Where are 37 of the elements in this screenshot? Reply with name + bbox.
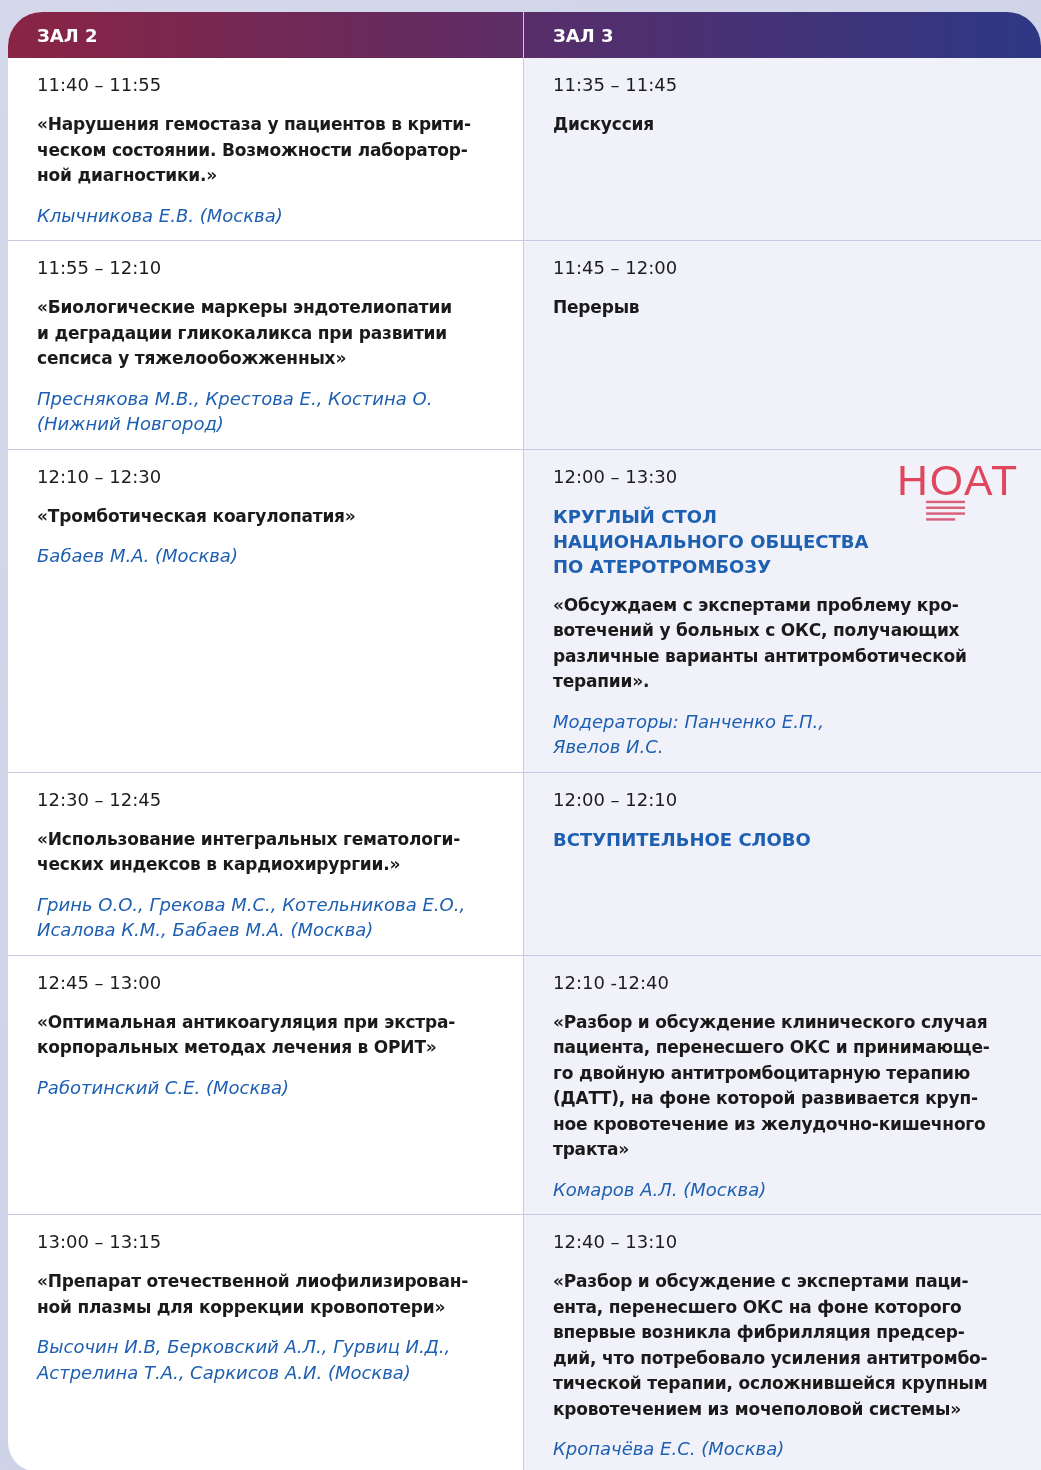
time-label: 12:45 – 13:00: [37, 970, 162, 995]
time-label: 12:40 – 13:10: [553, 1230, 678, 1254]
speaker-names: Высочин И.В, Берковский А.Л., Гурвиц И.Д., Астрелина Т.А., Саркисов А.И. (Москва): [37, 1335, 452, 1385]
talk-title: «Разбор и обсуждение с экспертами паци- ента, перенесшего ОКС на фоне которого впервые возникла фибрилляция предсер- дий, что потребовало усиления антитромбо- тической терапии, осложнившейся крупным кровотечением из мочеполовой системы»: [553, 1270, 989, 1421]
time-label: 12:10 – 12:30: [37, 464, 162, 489]
speaker-names: Модераторы: Панченко Е.П., Явелов И.С.: [553, 709, 825, 759]
time-label: 11:35 – 11:45: [553, 73, 678, 97]
speaker-names: Преснякова М.В., Крестова Е., Костина О. (Нижний Новгород): [37, 386, 434, 436]
society-logo: НОАТ: [895, 455, 1031, 526]
time-label: 13:00 – 13:15: [37, 1230, 162, 1254]
time-label: 11:40 – 11:55: [37, 73, 162, 97]
hall-header: ЗАЛ 3: [524, 12, 1041, 58]
talk-title: «Биологические маркеры эндотелиопатии и деградации гликокаликса при развитии сепсиса у тяжелообожженных»: [37, 296, 453, 370]
time-label: 12:10 -12:40: [553, 970, 669, 995]
talk-title: «Разбор и обсуждение клинического случая пациента, перенесшего ОКС и принимающе- го двойную антитромбоцитарную терапию (ДАТТ), на фоне которой развивается круп- ное кровотечение из желудочно-кишечного тракта»: [553, 1010, 991, 1161]
time-label: 12:00 – 12:10: [553, 787, 679, 812]
session-heading: КРУГЛЫЙ СТОЛ НАЦИОНАЛЬНОГО ОБЩЕСТВА ПО АТЕРОТРОМБОЗУ: [553, 504, 869, 579]
speaker-names: Комаров А.Л. (Москва): [553, 1177, 768, 1202]
talk-title: Дискуссия: [553, 113, 655, 136]
speaker-names: Бабаев М.А. (Москва): [37, 544, 239, 568]
talk-title: «Нарушения гемостаза у пациентов в крити- ческом состоянии. Возможности лаборатор- ной диагностики.»: [37, 113, 472, 187]
time-label: 12:30 – 12:45: [37, 787, 162, 812]
time-label: 12:00 – 13:30: [553, 464, 679, 489]
speaker-names: Кропачёва Е.С. (Москва): [553, 1437, 786, 1461]
talk-title: Перерыв: [553, 296, 641, 319]
speaker-names: Гринь О.О., Грекова М.С., Котельникова Е.О., Исалова К.М., Бабаев М.А. (Москва): [37, 892, 467, 942]
talk-title: «Использование интегральных гематологи- ческих индексов в кардиохирургии.»: [37, 827, 462, 876]
talk-title: «Препарат отечественной лиофилизирован- ной плазмы для коррекции кровопотери»: [37, 1270, 470, 1319]
speaker-names: Клычникова Е.В. (Москва): [37, 203, 284, 228]
session-heading: ВСТУПИТЕЛЬНОЕ СЛОВО: [553, 827, 811, 852]
speaker-names: Работинский С.Е. (Москва): [37, 1075, 290, 1100]
talk-title: «Оптимальная антикоагуляция при экстра- корпоральных методах лечения в ОРИТ»: [37, 1010, 457, 1059]
talk-title: «Обсуждаем с экспертами проблему кро- вотечений у больных с ОКС, получающих различные варианты антитромботической терапии».: [553, 593, 968, 693]
time-label: 11:45 – 12:00: [553, 256, 678, 280]
time-label: 11:55 – 12:10: [37, 256, 162, 280]
talk-title: «Тромботическая коагулопатия»: [37, 504, 357, 528]
hall-header: ЗАЛ 2: [8, 12, 524, 58]
